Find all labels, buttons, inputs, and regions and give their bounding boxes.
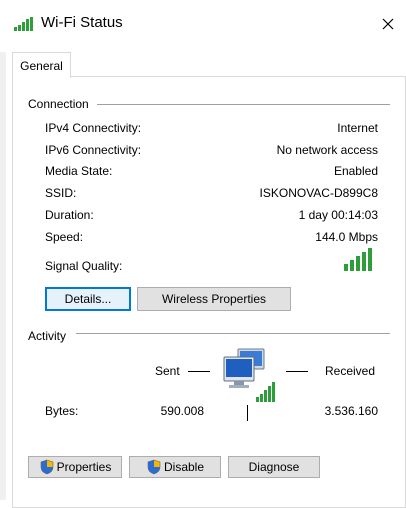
duration-value: 1 day 00:14:03 (298, 208, 378, 222)
bytes-separator (247, 405, 248, 421)
ssid-value: ISKONOVAC-D899C8 (259, 186, 378, 200)
sent-dash (188, 371, 210, 372)
close-button[interactable] (370, 6, 406, 44)
properties-button[interactable]: Properties (28, 456, 122, 478)
speed-value: 144.0 Mbps (315, 230, 378, 244)
received-dash (286, 371, 308, 372)
network-computers-icon (222, 347, 278, 406)
ipv6-label: IPv6 Connectivity: (45, 143, 142, 157)
uac-shield-icon (39, 459, 55, 475)
tab-general[interactable]: General (12, 52, 71, 78)
bytes-label: Bytes: (45, 404, 79, 418)
window-edge (0, 52, 6, 500)
bytes-received-value: 3.536.160 (324, 404, 378, 418)
ipv4-value: Internet (337, 121, 378, 135)
duration-label: Duration: (45, 208, 94, 222)
window-title: Wi-Fi Status (41, 14, 123, 31)
ipv6-value: No network access (276, 143, 378, 157)
close-icon (382, 18, 394, 33)
disable-button[interactable]: Disable (129, 456, 221, 478)
diagnose-button[interactable]: Diagnose (228, 456, 320, 478)
properties-label: Properties (56, 460, 112, 474)
bytes-sent-value: 590.008 (160, 404, 204, 418)
ssid-label: SSID: (45, 186, 77, 200)
title-bar: Wi-Fi Status (0, 0, 406, 50)
signal-quality-icon (343, 247, 375, 274)
wireless-properties-button[interactable]: Wireless Properties (137, 287, 291, 311)
uac-shield-icon (146, 459, 162, 475)
connection-divider (97, 104, 390, 105)
connection-header: Connection (28, 97, 89, 111)
tab-label: General (20, 58, 63, 73)
activity-header: Activity (28, 329, 67, 343)
activity-divider (76, 333, 390, 334)
wifi-signal-icon (14, 17, 34, 34)
media-state-label: Media State: (45, 164, 113, 178)
sent-label: Sent (155, 364, 180, 378)
media-state-value: Enabled (333, 164, 378, 178)
signal-quality-label: Signal Quality: (45, 259, 123, 273)
details-button[interactable]: Details... (45, 287, 131, 311)
disable-label: Disable (163, 460, 205, 474)
speed-label: Speed: (45, 230, 84, 244)
received-label: Received (325, 364, 376, 378)
ipv4-label: IPv4 Connectivity: (45, 121, 142, 135)
